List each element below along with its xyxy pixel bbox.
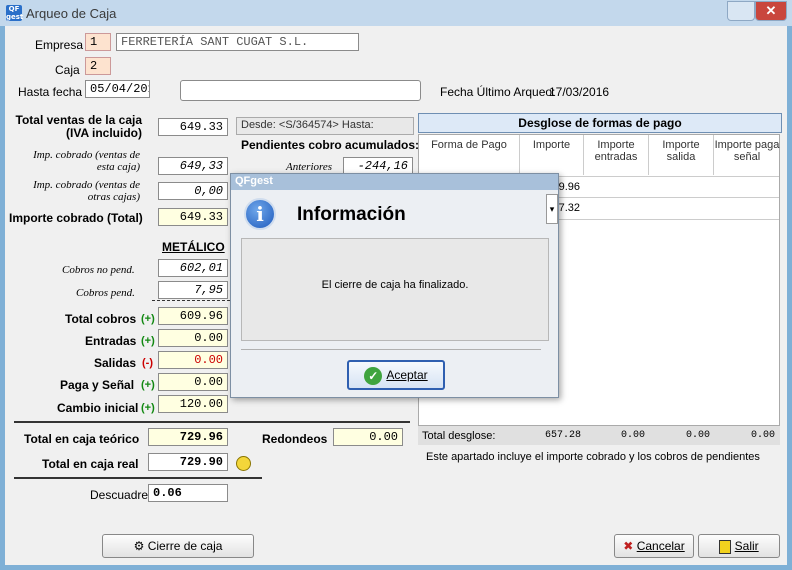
plus-sign: (+) (141, 379, 155, 391)
anteriores-label: Anteriores (286, 161, 333, 173)
salir-button[interactable]: Salir (698, 534, 780, 558)
importe-cobrado-field: 649.33 (158, 208, 228, 226)
dialog-dropdown[interactable]: ▾ (546, 194, 558, 224)
fecha-ultimo-label: Fecha Último Arqueo: (440, 85, 556, 99)
gear-icon: ⚙ (133, 539, 145, 553)
plus-sign: (+) (141, 313, 155, 325)
column-header[interactable]: Importe entradas (584, 135, 649, 175)
message-panel: El cierre de caja ha finalizado. (241, 238, 549, 341)
cobros-no-pend-label: Cobros no pend. (62, 264, 135, 276)
grid-title: Desglose de formas de pago (418, 113, 782, 133)
desde-field: Desde: <S/364574> Hasta: (236, 117, 414, 135)
dialog-heading: Información (297, 204, 406, 225)
cobros-pend-field: 7,95 (158, 281, 228, 299)
total-desglose-label: Total desglose: (422, 430, 496, 442)
total-ventas-label: Total ventas de la caja (IVA incluido) (15, 113, 143, 140)
hasta-fecha-input[interactable]: 05/04/2016 (85, 80, 150, 98)
descuadre-label: Descuadre (90, 488, 149, 502)
imp-otras-cajas-field: 0,00 (158, 182, 228, 200)
paga-senal-field: 0.00 (158, 373, 228, 391)
hasta-fecha-label: Hasta fecha (18, 85, 83, 99)
empresa-label: Empresa (35, 38, 84, 52)
grid-footer: Total desglose: 657.28 0.00 0.00 0.00 (418, 425, 780, 445)
caja-label: Caja (55, 63, 80, 77)
dialog-divider (241, 349, 541, 350)
grid-note: Este apartado incluye el importe cobrado… (426, 451, 760, 463)
fecha-ultimo-value: 17/03/2016 (549, 85, 610, 99)
aceptar-button[interactable]: ✓ Aceptar (347, 360, 445, 390)
plus-sign: (+) (141, 335, 155, 347)
entradas-field: 0.00 (158, 329, 228, 347)
caja-code-input[interactable]: 2 (85, 57, 111, 75)
plus-sign: (+) (141, 402, 155, 414)
empresa-name-field: FERRETERÍA SANT CUGAT S.L. (116, 33, 359, 51)
minus-sign: (-) (142, 357, 153, 369)
redondeos-label: Redondeos (262, 432, 328, 446)
column-header[interactable]: Importe (520, 135, 584, 175)
window-title: Arqueo de Caja (26, 6, 117, 21)
title-bar: QF gest Arqueo de Caja ✕ (0, 0, 792, 26)
dialog-title: QFgest (231, 174, 558, 190)
cancel-x-icon: ✖ (623, 539, 634, 553)
total-cobros-field: 609.96 (158, 307, 228, 325)
total-real-label: Total en caja real (42, 457, 139, 471)
total-real-input[interactable]: 729.90 (148, 453, 228, 471)
dialog-message: El cierre de caja ha finalizado. (321, 279, 469, 291)
cancelar-button[interactable]: ✖ Cancelar (614, 534, 694, 558)
sum-divider (152, 300, 230, 301)
entradas-label: Entradas (85, 334, 137, 348)
column-header[interactable]: Importe salida (649, 135, 714, 175)
total-ventas-field: 649.33 (158, 118, 228, 136)
imp-otras-cajas-label: Imp. cobrado (ventas de otras cajas) (33, 179, 140, 203)
metalico-heading: METÁLICO (162, 240, 225, 254)
empresa-code-input[interactable]: 1 (85, 33, 111, 51)
redondeos-field: 0.00 (333, 428, 403, 446)
salidas-label: Salidas (94, 356, 137, 370)
cierre-caja-button[interactable]: ⚙ Cierre de caja (102, 534, 254, 558)
descuadre-field: 0.06 (148, 484, 228, 502)
exit-door-icon (719, 539, 732, 554)
total-entradas: 0.00 (620, 430, 645, 441)
total-cobros-label: Total cobros (65, 312, 137, 326)
total-teorico-label: Total en caja teórico (24, 432, 140, 446)
info-dialog: QFgest i Información ▾ El cierre de caja… (230, 173, 559, 398)
close-window-button[interactable]: ✕ (755, 1, 787, 21)
column-header[interactable]: Importe paga señal (714, 135, 780, 175)
total-importe: 657.28 (544, 430, 581, 441)
imp-esta-caja-label: Imp. cobrado (ventas de esta caja) (33, 149, 140, 173)
cobros-pend-label: Cobros pend. (76, 287, 135, 299)
column-header[interactable]: Forma de Pago (419, 135, 520, 175)
info-text-field[interactable] (180, 80, 421, 101)
minimize-button[interactable] (727, 1, 755, 21)
total-teorico-field: 729.96 (148, 428, 228, 446)
coin-icon[interactable] (236, 456, 251, 471)
imp-esta-caja-field: 649,33 (158, 157, 228, 175)
cobros-no-pend-field: 602,01 (158, 259, 228, 277)
importe-cobrado-label: Importe cobrado (Total) (9, 211, 143, 225)
salidas-field: 0.00 (158, 351, 228, 369)
divider-line (14, 477, 262, 479)
pendientes-label: Pendientes cobro acumulados: (241, 138, 420, 152)
total-salida: 0.00 (685, 430, 710, 441)
divider-line (14, 421, 410, 423)
check-icon: ✓ (364, 366, 383, 385)
info-icon: i (244, 198, 276, 230)
total-paga-senal: 0.00 (750, 430, 775, 441)
cambio-inicial-label: Cambio inicial (57, 401, 139, 415)
app-icon: QF gest (6, 5, 24, 21)
cambio-inicial-field: 120.00 (158, 395, 228, 413)
paga-senal-label: Paga y Señal (60, 378, 135, 392)
